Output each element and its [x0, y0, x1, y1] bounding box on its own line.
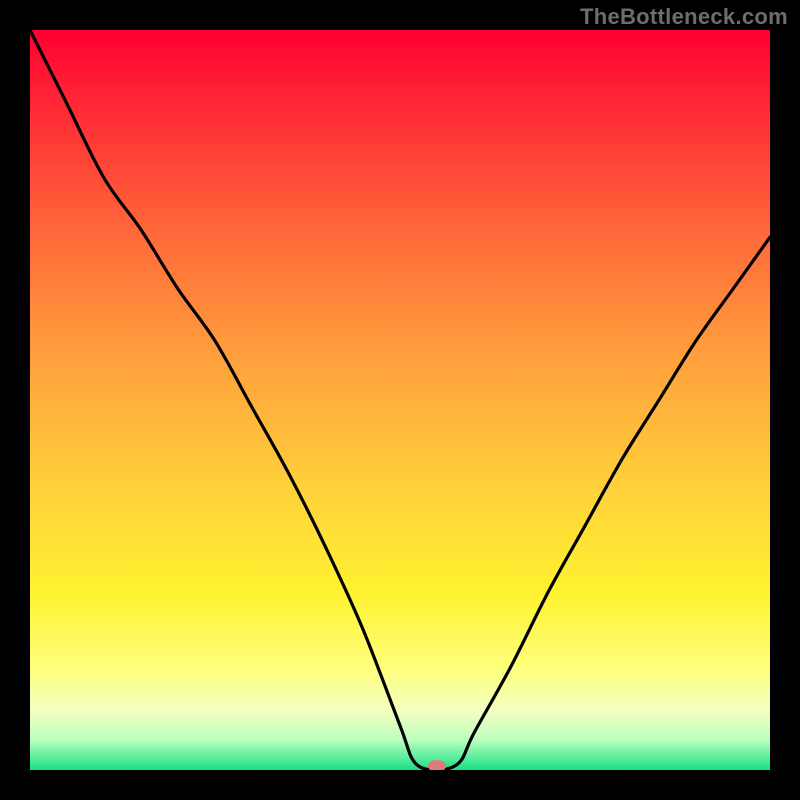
chart-frame: TheBottleneck.com: [0, 0, 800, 800]
watermark-text: TheBottleneck.com: [580, 4, 788, 30]
bottleneck-chart: [30, 30, 770, 770]
